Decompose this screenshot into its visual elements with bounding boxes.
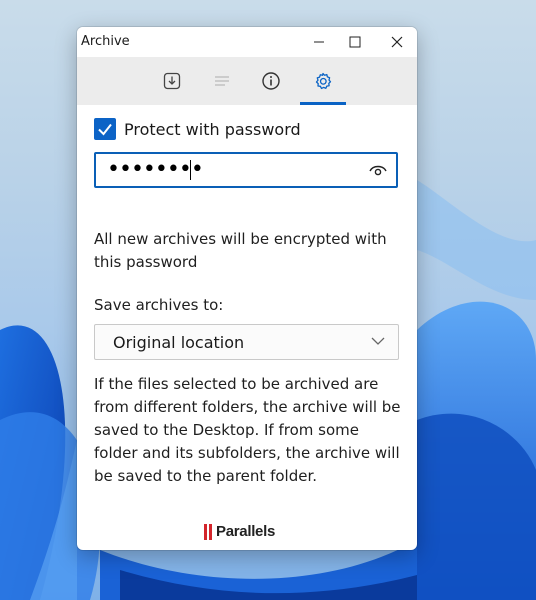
save-location-label: Save archives to: [94, 296, 224, 314]
minimize-icon [314, 41, 324, 43]
checkmark-icon [98, 123, 112, 136]
tab-bar [77, 57, 417, 105]
save-location-value: Original location [113, 333, 245, 352]
info-icon [262, 72, 280, 90]
password-input[interactable]: •••••••• [94, 152, 398, 188]
close-button[interactable] [377, 27, 417, 57]
title-bar[interactable]: Archive [77, 27, 417, 57]
tab-list[interactable] [199, 57, 245, 105]
tab-info[interactable] [248, 57, 294, 105]
protect-password-label: Protect with password [124, 119, 301, 139]
text-caret [190, 160, 191, 180]
maximize-icon [349, 36, 361, 48]
password-helper-text: All new archives will be encrypted with … [94, 230, 387, 271]
maximize-button[interactable] [335, 27, 375, 57]
desktop-wallpaper: Archive Protect with password •••••••• A… [0, 0, 536, 600]
list-icon [215, 76, 229, 86]
window-title: Archive [81, 34, 130, 49]
chevron-down-icon [371, 337, 385, 345]
protect-password-row[interactable]: Protect with password [94, 117, 301, 141]
protect-password-checkbox[interactable] [94, 118, 116, 140]
gear-icon [315, 72, 332, 90]
parallels-logo: Parallels [204, 523, 275, 540]
extract-icon [163, 72, 181, 90]
tab-extract[interactable] [149, 57, 195, 105]
parallels-bars-icon [204, 523, 212, 540]
tab-settings[interactable] [300, 57, 346, 105]
active-tab-indicator [300, 102, 346, 105]
password-mask: •••••••• [107, 157, 204, 182]
save-location-dropdown[interactable]: Original location [94, 324, 399, 360]
close-icon [391, 36, 403, 48]
save-location-info: If the files selected to be archived are… [94, 375, 401, 485]
minimize-button[interactable] [299, 27, 339, 57]
show-password-icon[interactable] [368, 162, 388, 178]
brand-name: Parallels [216, 523, 276, 540]
archive-window: Archive Protect with password •••••••• A… [77, 27, 417, 550]
